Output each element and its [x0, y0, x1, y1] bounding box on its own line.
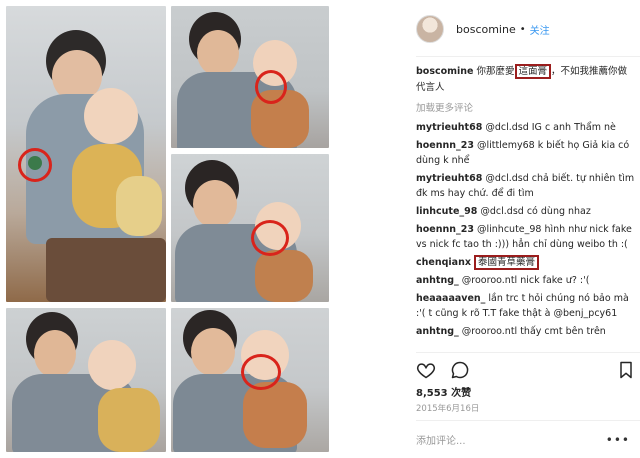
- post-header: boscomine • 关注: [416, 14, 550, 44]
- post-photo-collage[interactable]: [0, 0, 336, 458]
- comment-item: mytrieuht68 @dcl.dsd chả biết. tự nhiên t…: [416, 171, 636, 201]
- comment-username[interactable]: mytrieuht68: [416, 173, 482, 184]
- comment-item: hoennn_23 @linhcute_98 hình như nick fake…: [416, 222, 636, 252]
- photo-tile-4: [6, 308, 166, 452]
- comment-username[interactable]: anhtng_: [416, 326, 459, 337]
- like-count[interactable]: 8,553 次赞: [416, 384, 471, 399]
- comment-item: chenqianx 泰國青草藥膏: [416, 255, 636, 270]
- comment-item: linhcute_98 @dcl.dsd có dùng nhaz: [416, 204, 636, 219]
- avatar[interactable]: [416, 15, 444, 43]
- follow-button[interactable]: 关注: [530, 22, 550, 37]
- comment-item: mytrieuht68 @dcl.dsd IG c anh Thẩm nè: [416, 120, 636, 135]
- comment-highlight: 泰國青草藥膏: [473, 255, 539, 270]
- photo-tile-1: [6, 6, 166, 302]
- comment-text: @rooroo.ntl nick fake ư? :'(: [461, 275, 590, 286]
- comment-item: anhtng_ @rooroo.ntl nick fake ư? :'(: [416, 273, 636, 288]
- heart-icon[interactable]: [416, 360, 436, 380]
- photo-tile-3: [171, 154, 329, 302]
- divider: [416, 420, 640, 421]
- username-link[interactable]: boscomine: [456, 23, 516, 36]
- caption-text-pre: 你那麼愛: [476, 66, 515, 77]
- comment-icon[interactable]: [450, 360, 470, 380]
- load-more-comments-link[interactable]: 加载更多评论: [416, 100, 636, 114]
- bookmark-icon[interactable]: [616, 360, 636, 380]
- comment-list: boscomine 你那麼愛 這面膏 ，不如我推薦你做代言人 加载更多评论 mytri…: [416, 64, 636, 342]
- separator-dot: •: [519, 23, 526, 35]
- comment-username[interactable]: linhcute_98: [416, 206, 477, 217]
- comment-text: @rooroo.ntl thấy cmt bên trên: [461, 326, 606, 337]
- comment-username[interactable]: mytrieuht68: [416, 122, 482, 133]
- comment-item: anhtng_ @rooroo.ntl thấy cmt bên trên: [416, 324, 636, 339]
- add-comment-input[interactable]: 添加评论...: [416, 432, 466, 447]
- post-side-panel: boscomine • 关注 boscomine 你那麼愛 這面膏 ，不如我推薦你做代…: [404, 0, 640, 458]
- comment-username[interactable]: anhtng_: [416, 275, 459, 286]
- highlight-circle: [251, 220, 289, 256]
- highlight-circle: [255, 70, 287, 104]
- highlight-circle: [241, 354, 281, 390]
- comment-item: hoennn_23 @littlemy68 k biết họ Giả kia c…: [416, 138, 636, 168]
- comment-username[interactable]: chenqianx: [416, 257, 471, 268]
- caption: boscomine 你那麼愛 這面膏 ，不如我推薦你做代言人: [416, 64, 636, 96]
- more-options-icon[interactable]: •••: [606, 433, 630, 447]
- photo-tile-5: [171, 308, 329, 452]
- caption-username[interactable]: boscomine: [416, 66, 474, 77]
- comment-text: @dcl.dsd có dùng nhaz: [480, 206, 591, 217]
- divider: [416, 352, 640, 353]
- post-date: 2015年6月16日: [416, 404, 480, 414]
- divider: [416, 56, 640, 57]
- comment-item: heaaaaaven_ lần trc t hỏi chúng nó bảo mà…: [416, 291, 636, 321]
- photo-tile-2: [171, 6, 329, 148]
- caption-highlight: 這面膏: [514, 64, 552, 79]
- comment-username[interactable]: hoennn_23: [416, 224, 474, 235]
- comment-username[interactable]: hoennn_23: [416, 140, 474, 151]
- action-bar: [416, 360, 636, 380]
- comment-username[interactable]: heaaaaaven_: [416, 293, 485, 304]
- comment-text: @dcl.dsd IG c anh Thẩm nè: [485, 122, 616, 133]
